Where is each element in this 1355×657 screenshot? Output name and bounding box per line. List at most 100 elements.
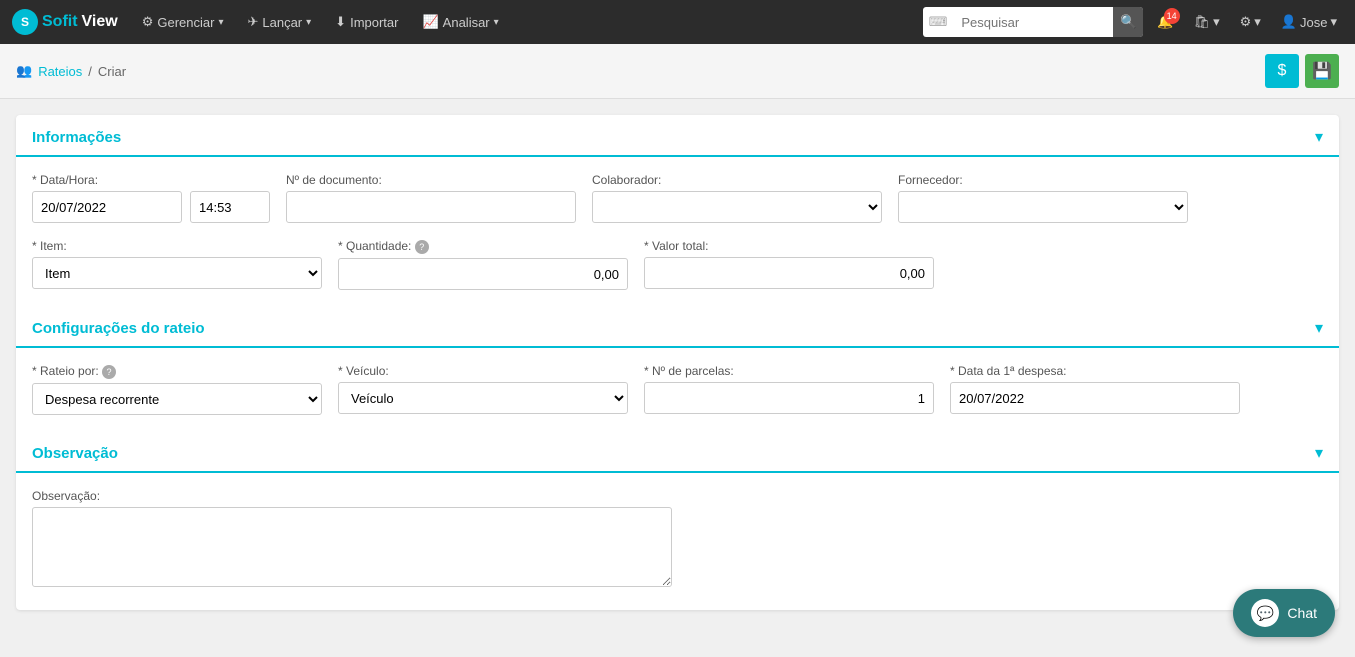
data-hora-label: * Data/Hora:	[32, 173, 270, 187]
nav-analisar[interactable]: 📈 Analisar ▾	[412, 0, 508, 44]
quantidade-label: * Quantidade: ?	[338, 239, 628, 254]
nav-gerenciar[interactable]: ⚙ Gerenciar ▾	[132, 0, 234, 44]
chat-circle-icon: 💬	[1251, 599, 1279, 627]
breadcrumb-current: Criar	[98, 64, 126, 79]
colaborador-select[interactable]	[592, 191, 882, 223]
chevron-down-icon: ▾	[494, 17, 499, 28]
item-group: * Item: Item	[32, 239, 322, 290]
nav-gerenciar-label: Gerenciar	[157, 15, 214, 30]
chevron-down-icon: ▾	[1254, 14, 1261, 30]
brand-view: View	[82, 13, 118, 31]
quantidade-info-icon[interactable]: ?	[415, 240, 429, 254]
data-primeira-label: * Data da 1ª despesa:	[950, 364, 1240, 378]
configuracoes-toggle[interactable]: ▾	[1315, 318, 1323, 338]
notifications-button[interactable]: 🔔 14	[1151, 10, 1179, 34]
navbar: S Sofit View ⚙ Gerenciar ▾ ✈ Lançar ▾ ⬇ …	[0, 0, 1355, 44]
dollar-button[interactable]: $	[1265, 54, 1299, 88]
settings-icon: ⚙	[1240, 14, 1252, 30]
configuracoes-section-header: Configurações do rateio ▾	[16, 306, 1339, 348]
valor-total-input[interactable]	[644, 257, 934, 289]
informacoes-section-header: Informações ▾	[16, 115, 1339, 157]
form-card: Informações ▾ * Data/Hora: Nº de documen…	[16, 115, 1339, 610]
obs-textarea-wrap	[32, 507, 672, 590]
search-input[interactable]	[953, 15, 1113, 30]
breadcrumb: 👥 Rateios / Criar	[16, 63, 126, 79]
quantidade-group: * Quantidade: ?	[338, 239, 628, 290]
nav-importar[interactable]: ⬇ Importar	[325, 0, 408, 44]
chevron-down-icon: ▾	[218, 17, 223, 28]
parcelas-input[interactable]	[644, 382, 934, 414]
search-box: ⌨ 🔍	[923, 7, 1144, 37]
brand-icon: S	[12, 9, 38, 35]
informacoes-row-2: * Item: Item * Quantidade: ? * Valor tot…	[32, 239, 1323, 290]
obs-label: Observação:	[32, 489, 1323, 503]
navbar-right: ⌨ 🔍 🔔 14 🛍 ▾ ⚙ ▾ 👤 Jose ▾	[923, 7, 1343, 37]
configuracoes-section: * Rateio por: ? Despesa recorrente * Veí…	[16, 364, 1339, 415]
parcelas-label: * Nº de parcelas:	[644, 364, 934, 378]
hora-input[interactable]	[190, 191, 270, 223]
valor-total-group: * Valor total:	[644, 239, 934, 290]
save-button[interactable]: 💾	[1305, 54, 1339, 88]
chart-icon: 📈	[422, 14, 438, 30]
search-button[interactable]: 🔍	[1113, 7, 1143, 37]
rateio-info-icon[interactable]: ?	[102, 365, 116, 379]
obs-textarea[interactable]	[32, 507, 672, 587]
chat-button[interactable]: 💬 Chat	[1233, 589, 1335, 637]
doc-label: Nº de documento:	[286, 173, 576, 187]
observacao-toggle[interactable]: ▾	[1315, 443, 1323, 463]
barcode-icon: ⌨	[923, 14, 954, 30]
observacao-section: Observação:	[16, 489, 1339, 590]
informacoes-section: * Data/Hora: Nº de documento: Colaborado…	[16, 173, 1339, 290]
import-icon: ⬇	[335, 14, 346, 30]
user-menu[interactable]: 👤 Jose ▾	[1275, 10, 1343, 34]
notification-badge: 14	[1164, 8, 1180, 24]
item-label: * Item:	[32, 239, 322, 253]
cart-icon: 🛍	[1194, 14, 1211, 30]
item-select[interactable]: Item	[32, 257, 322, 289]
data-primeira-group: * Data da 1ª despesa:	[950, 364, 1240, 415]
veiculo-label: * Veículo:	[338, 364, 628, 378]
colaborador-group: Colaborador:	[592, 173, 882, 223]
main-content: Informações ▾ * Data/Hora: Nº de documen…	[0, 99, 1355, 626]
valor-total-label: * Valor total:	[644, 239, 934, 253]
doc-group: Nº de documento:	[286, 173, 576, 223]
rateio-por-group: * Rateio por: ? Despesa recorrente	[32, 364, 322, 415]
rateio-por-select[interactable]: Despesa recorrente	[32, 383, 322, 415]
rateio-por-label: * Rateio por: ?	[32, 364, 322, 379]
launch-icon: ✈	[247, 14, 258, 30]
configuracoes-title: Configurações do rateio	[32, 320, 205, 337]
parcelas-group: * Nº de parcelas:	[644, 364, 934, 415]
doc-input[interactable]	[286, 191, 576, 223]
data-primeira-input[interactable]	[950, 382, 1240, 414]
gear-icon: ⚙	[142, 14, 154, 30]
breadcrumb-bar: 👥 Rateios / Criar $ 💾	[0, 44, 1355, 99]
configuracoes-row-1: * Rateio por: ? Despesa recorrente * Veí…	[32, 364, 1323, 415]
user-group-icon: 👥	[16, 63, 32, 79]
veiculo-select[interactable]: Veículo	[338, 382, 628, 414]
nav-importar-label: Importar	[350, 15, 398, 30]
fornecedor-label: Fornecedor:	[898, 173, 1188, 187]
brand-logo[interactable]: S Sofit View	[12, 9, 118, 35]
chevron-down-icon: ▾	[1213, 14, 1220, 30]
settings-button[interactable]: ⚙ ▾	[1234, 10, 1267, 34]
fornecedor-select[interactable]	[898, 191, 1188, 223]
informacoes-row-1: * Data/Hora: Nº de documento: Colaborado…	[32, 173, 1323, 223]
cart-button[interactable]: 🛍 ▾	[1188, 10, 1226, 34]
colaborador-label: Colaborador:	[592, 173, 882, 187]
obs-group: Observação:	[32, 489, 1323, 590]
quantidade-input[interactable]	[338, 258, 628, 290]
nav-lancar[interactable]: ✈ Lançar ▾	[237, 0, 321, 44]
floppy-icon: 💾	[1312, 61, 1332, 81]
user-icon: 👤	[1281, 14, 1297, 30]
breadcrumb-parent[interactable]: Rateios	[38, 64, 82, 79]
observacao-title: Observação	[32, 445, 118, 462]
chevron-down-icon: ▾	[1330, 14, 1337, 30]
user-label: Jose	[1300, 15, 1327, 30]
data-input[interactable]	[32, 191, 182, 223]
informacoes-toggle[interactable]: ▾	[1315, 127, 1323, 147]
chat-label: Chat	[1287, 605, 1317, 621]
informacoes-title: Informações	[32, 129, 121, 146]
breadcrumb-separator: /	[88, 64, 92, 79]
fornecedor-group: Fornecedor:	[898, 173, 1188, 223]
observacao-section-header: Observação ▾	[16, 431, 1339, 473]
